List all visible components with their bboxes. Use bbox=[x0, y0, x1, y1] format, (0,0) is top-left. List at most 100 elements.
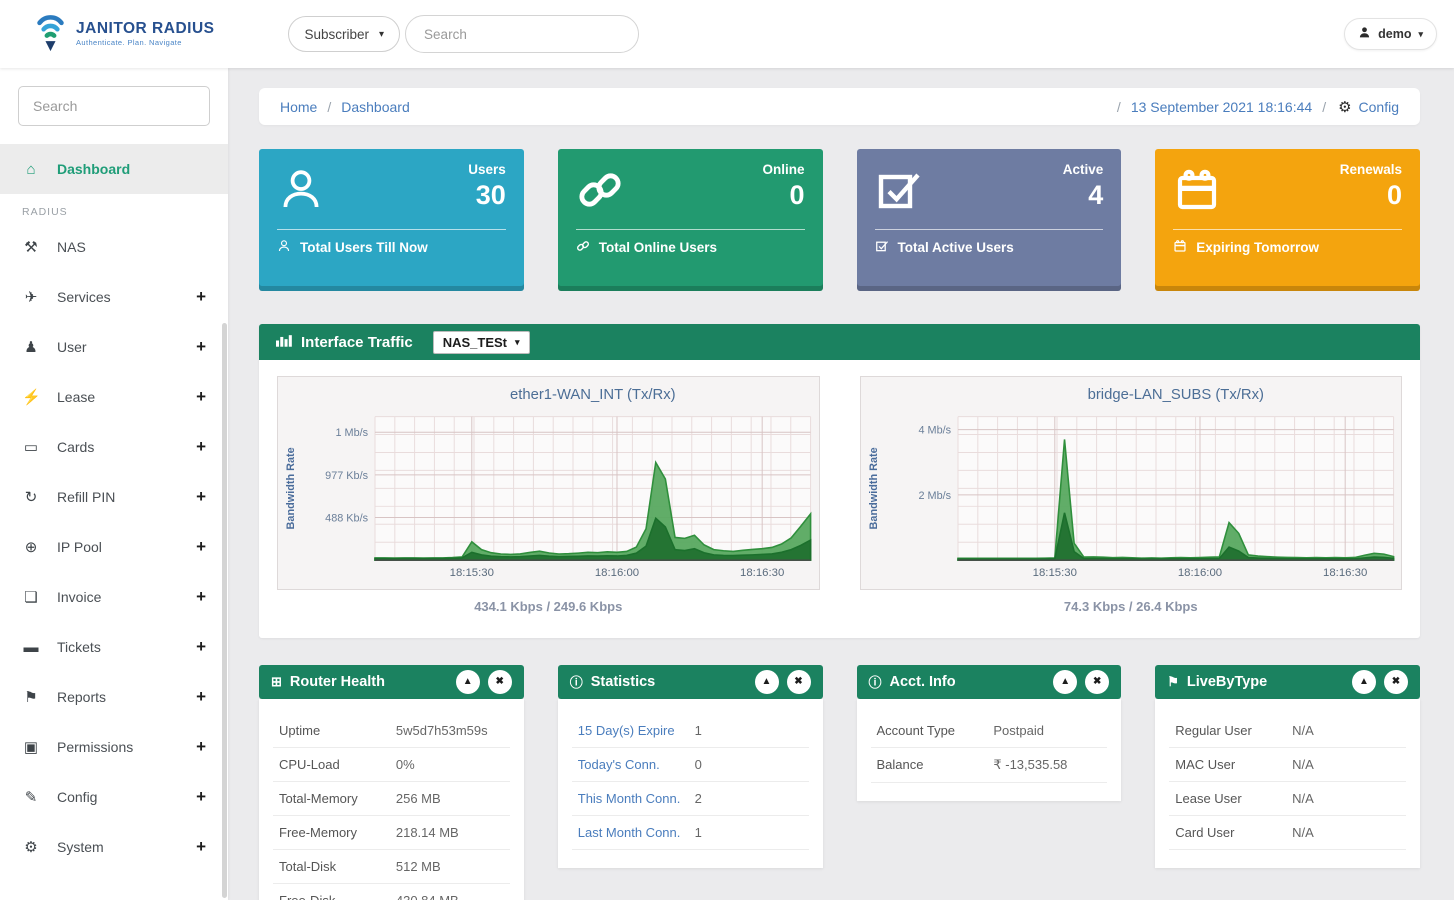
stat-card-users: Users 30 Total Users Till Now bbox=[259, 149, 524, 291]
breadcrumb-separator: / bbox=[1116, 98, 1121, 115]
sidebar-item-tickets[interactable]: ▬ Tickets + bbox=[0, 622, 228, 672]
sidebar-item-label: Dashboard bbox=[57, 161, 131, 177]
divider bbox=[1173, 229, 1402, 230]
link-icon bbox=[576, 166, 624, 214]
expand-plus-icon[interactable]: + bbox=[196, 837, 206, 857]
svg-text:18:15:30: 18:15:30 bbox=[1032, 567, 1076, 579]
breadcrumb-home-link[interactable]: Home bbox=[280, 99, 317, 115]
panel-row: Account Type Postpaid bbox=[870, 713, 1108, 748]
subscriber-select[interactable]: Subscriber ▾ bbox=[288, 16, 401, 52]
sidebar-item-invoice[interactable]: ❏ Invoice + bbox=[0, 572, 228, 622]
card-icon: ▭ bbox=[23, 439, 39, 456]
panel-row: Today's Conn. 0 bbox=[571, 748, 809, 782]
expand-plus-icon[interactable]: + bbox=[196, 587, 206, 607]
panel-row-label[interactable]: This Month Conn. bbox=[578, 791, 695, 806]
panel-row-value: 5w5d7h53m59s bbox=[395, 722, 488, 738]
panel-row: Card User N/A bbox=[1169, 816, 1406, 850]
panel-collapse-button[interactable]: ▲ bbox=[1053, 669, 1078, 694]
expand-plus-icon[interactable]: + bbox=[196, 637, 206, 657]
ticket-icon: ▬ bbox=[23, 638, 39, 656]
bottom-panels-row: ⊞ Router Health ▲ ✖ Uptime 5w5d7h53m59s … bbox=[259, 664, 1420, 900]
nas-select[interactable]: NAS_TESt ▾ bbox=[432, 330, 530, 354]
panel-row-value: N/A bbox=[1292, 756, 1314, 772]
panel-collapse-button[interactable]: ▲ bbox=[1352, 669, 1376, 694]
panel-row-value: 0 bbox=[694, 756, 702, 772]
panel-close-button[interactable]: ✖ bbox=[786, 669, 811, 694]
svg-text:Bandwidth Rate: Bandwidth Rate bbox=[867, 447, 879, 529]
panel-row-label[interactable]: Today's Conn. bbox=[578, 757, 695, 772]
sidebar-item-system[interactable]: ⚙ System + bbox=[0, 822, 228, 872]
sidebar-item-services[interactable]: ✈ Services + bbox=[0, 272, 228, 322]
interface-traffic-title: Interface Traffic bbox=[301, 333, 413, 351]
info-circle-icon: ⓘ bbox=[569, 675, 583, 691]
sidebar-item-label: Permissions bbox=[57, 739, 134, 755]
panel-close-button[interactable]: ✖ bbox=[1085, 669, 1110, 694]
sidebar-item-lease[interactable]: ⚡ Lease + bbox=[0, 372, 228, 422]
expand-plus-icon[interactable]: + bbox=[196, 487, 206, 507]
expand-plus-icon[interactable]: + bbox=[196, 287, 206, 307]
svg-text:18:16:00: 18:16:00 bbox=[1177, 567, 1221, 579]
panel-row-label[interactable]: Last Month Conn. bbox=[578, 825, 695, 840]
sidebar-item-label: System bbox=[57, 839, 104, 855]
traffic-chart-ether1-wan-int-tx-rx: 1 Mb/s 977 Kb/s 488 Kb/s 18:15:30 18:16:00 18… bbox=[277, 376, 820, 614]
svg-text:977 Kb/s: 977 Kb/s bbox=[325, 470, 368, 482]
sidebar-item-label: Cards bbox=[57, 439, 95, 455]
chart-plot-area: 1 Mb/s 977 Kb/s 488 Kb/s 18:15:30 18:16:00 18… bbox=[277, 376, 820, 590]
panel-row-value: 1 bbox=[694, 824, 702, 840]
config-link[interactable]: Config bbox=[1359, 99, 1399, 115]
panel-title: Acct. Info bbox=[889, 673, 956, 690]
expand-plus-icon[interactable]: + bbox=[196, 737, 206, 757]
sidebar-item-user[interactable]: ♟ User + bbox=[0, 322, 228, 372]
sidebar-search-input[interactable] bbox=[31, 97, 197, 115]
calendar-icon bbox=[1173, 239, 1187, 256]
panel-title: LiveByType bbox=[1186, 673, 1268, 690]
plus-square-icon: ⊞ bbox=[271, 673, 282, 689]
sidebar-item-dashboard[interactable]: ⌂ Dashboard bbox=[0, 144, 228, 194]
stat-card-value: 0 bbox=[1386, 180, 1402, 210]
panel-row-value: N/A bbox=[1292, 790, 1314, 806]
panel-title: Router Health bbox=[289, 673, 385, 690]
sidebar-item-refill-pin[interactable]: ↻ Refill PIN + bbox=[0, 472, 228, 522]
panel-row-label[interactable]: 15 Day(s) Expire bbox=[578, 723, 695, 738]
sidebar-item-config[interactable]: ✎ Config + bbox=[0, 772, 228, 822]
panel-close-button[interactable]: ✖ bbox=[1384, 669, 1408, 694]
bar-chart-icon bbox=[276, 334, 292, 351]
panel-row-label: Account Type bbox=[876, 722, 956, 738]
info-circle-icon: ⓘ bbox=[868, 675, 882, 691]
expand-plus-icon[interactable]: + bbox=[196, 437, 206, 457]
expand-plus-icon[interactable]: + bbox=[196, 337, 206, 357]
panel-row-value: 430.84 MB bbox=[396, 893, 504, 900]
id-badge-icon: ▣ bbox=[23, 739, 39, 756]
panel-row: Regular User N/A bbox=[1169, 713, 1406, 748]
panel-row: Lease User N/A bbox=[1169, 782, 1406, 816]
expand-plus-icon[interactable]: + bbox=[196, 537, 206, 557]
panel-row-value: N/A bbox=[1292, 722, 1314, 738]
panel-collapse-button[interactable]: ▲ bbox=[754, 669, 779, 694]
svg-text:18:16:30: 18:16:30 bbox=[740, 567, 784, 579]
expand-plus-icon[interactable]: + bbox=[196, 787, 206, 807]
sidebar-item-ip-pool[interactable]: ⊕ IP Pool + bbox=[0, 522, 228, 572]
calendar-icon bbox=[1173, 166, 1221, 214]
panel-row-label: Card User bbox=[1175, 824, 1235, 840]
panel-row: MAC User N/A bbox=[1169, 748, 1406, 782]
user-menu-label: demo bbox=[1378, 27, 1412, 41]
expand-plus-icon[interactable]: + bbox=[196, 387, 206, 407]
svg-text:18:16:00: 18:16:00 bbox=[595, 567, 639, 579]
sidebar-item-label: User bbox=[57, 339, 87, 355]
panel-collapse-button[interactable]: ▲ bbox=[455, 669, 480, 694]
panel-row: Total-Disk 512 MB bbox=[273, 850, 510, 884]
sidebar-item-nas[interactable]: ⚒ NAS bbox=[0, 222, 228, 272]
global-search-input[interactable] bbox=[422, 25, 623, 43]
sidebar-item-permissions[interactable]: ▣ Permissions + bbox=[0, 722, 228, 772]
nas-select-value: NAS_TESt bbox=[442, 334, 508, 350]
sidebar-scrollbar-thumb[interactable] bbox=[222, 323, 227, 898]
user-menu-button[interactable]: demo ▾ bbox=[1344, 18, 1437, 50]
panel-close-button[interactable]: ✖ bbox=[487, 669, 512, 694]
breadcrumb-dashboard-link[interactable]: Dashboard bbox=[341, 99, 410, 115]
svg-text:4 Mb/s: 4 Mb/s bbox=[918, 425, 951, 437]
sidebar-item-cards[interactable]: ▭ Cards + bbox=[0, 422, 228, 472]
expand-plus-icon[interactable]: + bbox=[196, 687, 206, 707]
sidebar-item-reports[interactable]: ⚑ Reports + bbox=[0, 672, 228, 722]
user-icon bbox=[277, 239, 291, 256]
topbar: JANITOR RADIUS Authenticate. Plan. Navig… bbox=[0, 0, 1454, 68]
